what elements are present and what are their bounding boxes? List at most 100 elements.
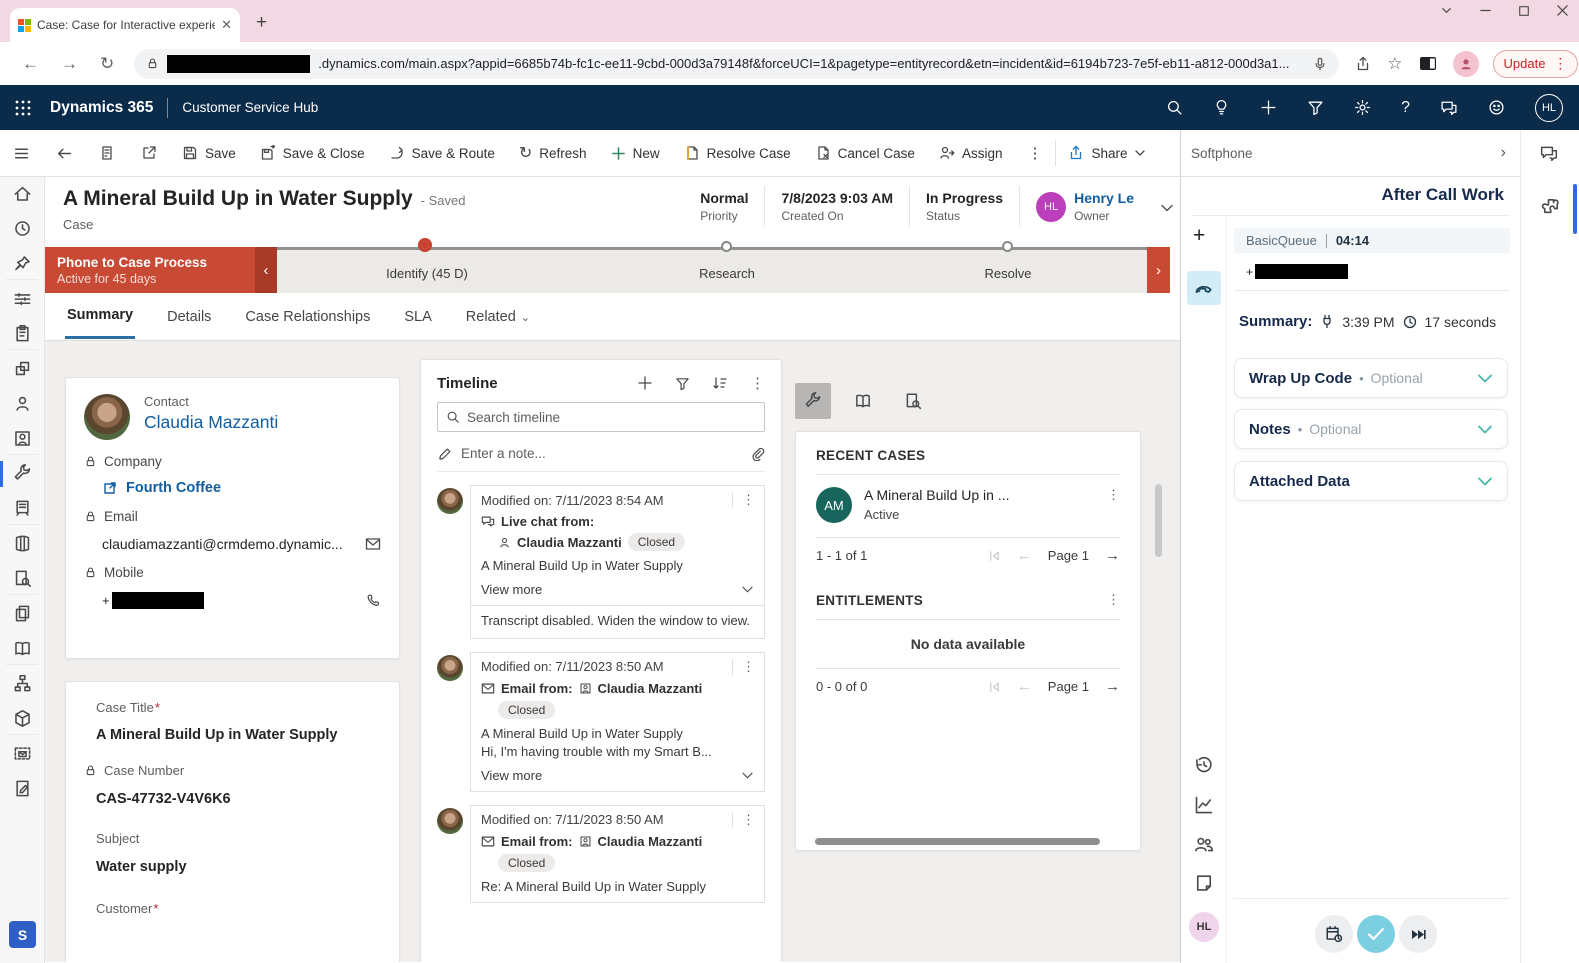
complete-acw-button[interactable] [1357, 915, 1395, 953]
previous-page-icon[interactable]: ← [1017, 547, 1032, 564]
call-phone-icon[interactable] [366, 593, 381, 608]
form-selector-button[interactable] [86, 130, 128, 176]
subject-value[interactable]: Water supply [96, 859, 381, 875]
schedule-followup-button[interactable] [1315, 915, 1353, 953]
history-icon[interactable] [1194, 755, 1214, 775]
process-next-chevron-icon[interactable]: › [1147, 247, 1170, 293]
refresh-button[interactable]: ↻Refresh [507, 130, 599, 176]
knowledge-binder-icon[interactable] [13, 534, 32, 553]
timeline-filter-icon[interactable] [675, 376, 690, 391]
header-field-owner[interactable]: HL Henry Le Owner [1019, 186, 1150, 227]
redacted-mobile-number[interactable] [112, 592, 204, 609]
first-page-icon[interactable] [988, 681, 1001, 693]
browser-update-button[interactable]: Update ⋮ [1493, 50, 1579, 78]
back-button[interactable] [43, 130, 86, 176]
entitlements-more-icon[interactable]: ⋮ [1107, 592, 1120, 608]
social-profiles-icon[interactable] [13, 429, 32, 448]
analytics-chart-icon[interactable] [1194, 795, 1214, 815]
microphone-icon[interactable] [1313, 57, 1327, 71]
stage-resolve-label[interactable]: Resolve [928, 266, 1088, 281]
contacts-icon[interactable] [13, 394, 32, 413]
products-cube-icon[interactable] [13, 709, 32, 728]
stage-research-marker[interactable] [721, 241, 732, 252]
new-tab-button[interactable]: + [256, 12, 267, 34]
window-minimize-icon[interactable] [1479, 4, 1492, 17]
knowledge-book-icon[interactable] [13, 639, 32, 658]
chat-feedback-icon[interactable] [1440, 99, 1458, 116]
save-button[interactable]: Save [170, 130, 248, 176]
vertical-scrollbar[interactable] [1155, 484, 1162, 557]
agent-presence-avatar[interactable]: HL [1189, 912, 1219, 942]
home-icon[interactable] [13, 184, 32, 203]
waffle-menu-icon[interactable] [14, 99, 32, 117]
help-icon[interactable]: ? [1401, 99, 1410, 117]
recent-case-more-icon[interactable]: ⋮ [1107, 487, 1120, 523]
header-expand-chevron-icon[interactable] [1160, 203, 1174, 213]
knowledge-search-tool-button[interactable] [895, 383, 931, 419]
previous-page-icon[interactable]: ← [1017, 678, 1032, 695]
filter-icon[interactable] [1307, 99, 1324, 116]
stage-research-label[interactable]: Research [647, 266, 807, 281]
collapse-panel-chevron-icon[interactable]: › [1501, 144, 1506, 162]
recent-case-title[interactable]: A Mineral Build Up in ... [864, 487, 1107, 503]
pinned-icon[interactable] [13, 254, 32, 273]
tab-case-relationships[interactable]: Case Relationships [243, 296, 372, 338]
quick-create-plus-icon[interactable] [1260, 99, 1277, 116]
site-map-toggle-button[interactable] [0, 130, 43, 176]
email-template-icon[interactable] [13, 744, 32, 763]
new-session-plus-icon[interactable]: + [1193, 224, 1205, 248]
stage-identify-label[interactable]: Identify (45 D) [347, 266, 507, 281]
browser-menu-icon[interactable]: ⋮ [1553, 55, 1567, 72]
plugin-puzzle-icon[interactable] [1541, 196, 1561, 216]
recent-case-row[interactable]: AM A Mineral Build Up in ... Active ⋮ [816, 487, 1120, 523]
app-name[interactable]: Customer Service Hub [182, 100, 318, 115]
entry-more-icon[interactable]: ⋮ [733, 812, 764, 828]
window-close-icon[interactable] [1556, 4, 1569, 17]
timeline-entry-livechat[interactable]: Modified on: 7/11/2023 8:54 AM ⋮ Live ch… [437, 485, 765, 639]
articles-copy-icon[interactable] [13, 604, 32, 623]
send-email-icon[interactable] [365, 537, 381, 551]
user-avatar[interactable]: HL [1535, 94, 1563, 122]
tab-close-icon[interactable]: ✕ [221, 17, 232, 33]
share-page-icon[interactable] [1355, 56, 1371, 72]
tab-related[interactable]: Related⌄ [464, 296, 532, 338]
side-panel-icon[interactable] [1419, 56, 1437, 71]
wrap-up-code-section[interactable]: Wrap Up Code • Optional [1234, 358, 1508, 398]
owner-name-link[interactable]: Henry Le [1074, 190, 1134, 206]
entry-person[interactable]: Claudia Mazzanti [598, 834, 703, 849]
browser-forward-icon[interactable]: → [61, 54, 78, 74]
tab-sla[interactable]: SLA [402, 296, 433, 338]
entry-more-icon[interactable]: ⋮ [733, 659, 764, 675]
browser-tab[interactable]: Case: Case for Interactive experie ✕ [10, 8, 240, 42]
contacts-people-icon[interactable] [1194, 835, 1214, 855]
timeline-search-input[interactable] [467, 410, 756, 425]
attached-data-section[interactable]: Attached Data [1234, 461, 1508, 501]
more-commands-button[interactable]: ⋮ [1014, 130, 1055, 176]
url-field[interactable]: .dynamics.com/main.aspx?appid=6685b74b-f… [134, 49, 1339, 79]
smiley-feedback-icon[interactable] [1488, 99, 1505, 116]
entry-more-icon[interactable]: ⋮ [733, 492, 764, 508]
routing-flow-icon[interactable] [13, 674, 32, 693]
view-more-row[interactable]: View more [481, 768, 754, 783]
next-page-icon[interactable]: → [1105, 678, 1120, 695]
edit-document-icon[interactable] [13, 779, 32, 798]
dashboards-icon[interactable] [13, 289, 32, 308]
activities-icon[interactable] [13, 324, 32, 343]
queue-session-header[interactable]: BasicQueue 04:14 [1234, 228, 1510, 253]
process-name-flag[interactable]: Phone to Case Process Active for 45 days [45, 247, 255, 293]
horizontal-scrollbar[interactable] [815, 838, 1100, 845]
active-call-session-button[interactable] [1187, 271, 1221, 305]
knowledge-base-tool-button[interactable] [845, 383, 881, 419]
first-page-icon[interactable] [988, 550, 1001, 562]
accounts-icon[interactable] [13, 359, 32, 378]
brand-title[interactable]: Dynamics 365 [50, 99, 153, 117]
share-button[interactable]: Share [1056, 130, 1156, 176]
timeline-entry-email[interactable]: Modified on: 7/11/2023 8:50 AM ⋮ Email f… [437, 652, 765, 792]
cancel-case-button[interactable]: Cancel Case [803, 130, 927, 176]
save-and-close-button[interactable]: Save & Close [248, 130, 377, 176]
assign-button[interactable]: Assign [927, 130, 1015, 176]
related-cases-tool-button[interactable] [795, 383, 831, 419]
gear-icon[interactable] [1354, 99, 1371, 116]
recent-clock-icon[interactable] [13, 219, 32, 238]
open-in-new-window-button[interactable] [128, 130, 170, 176]
